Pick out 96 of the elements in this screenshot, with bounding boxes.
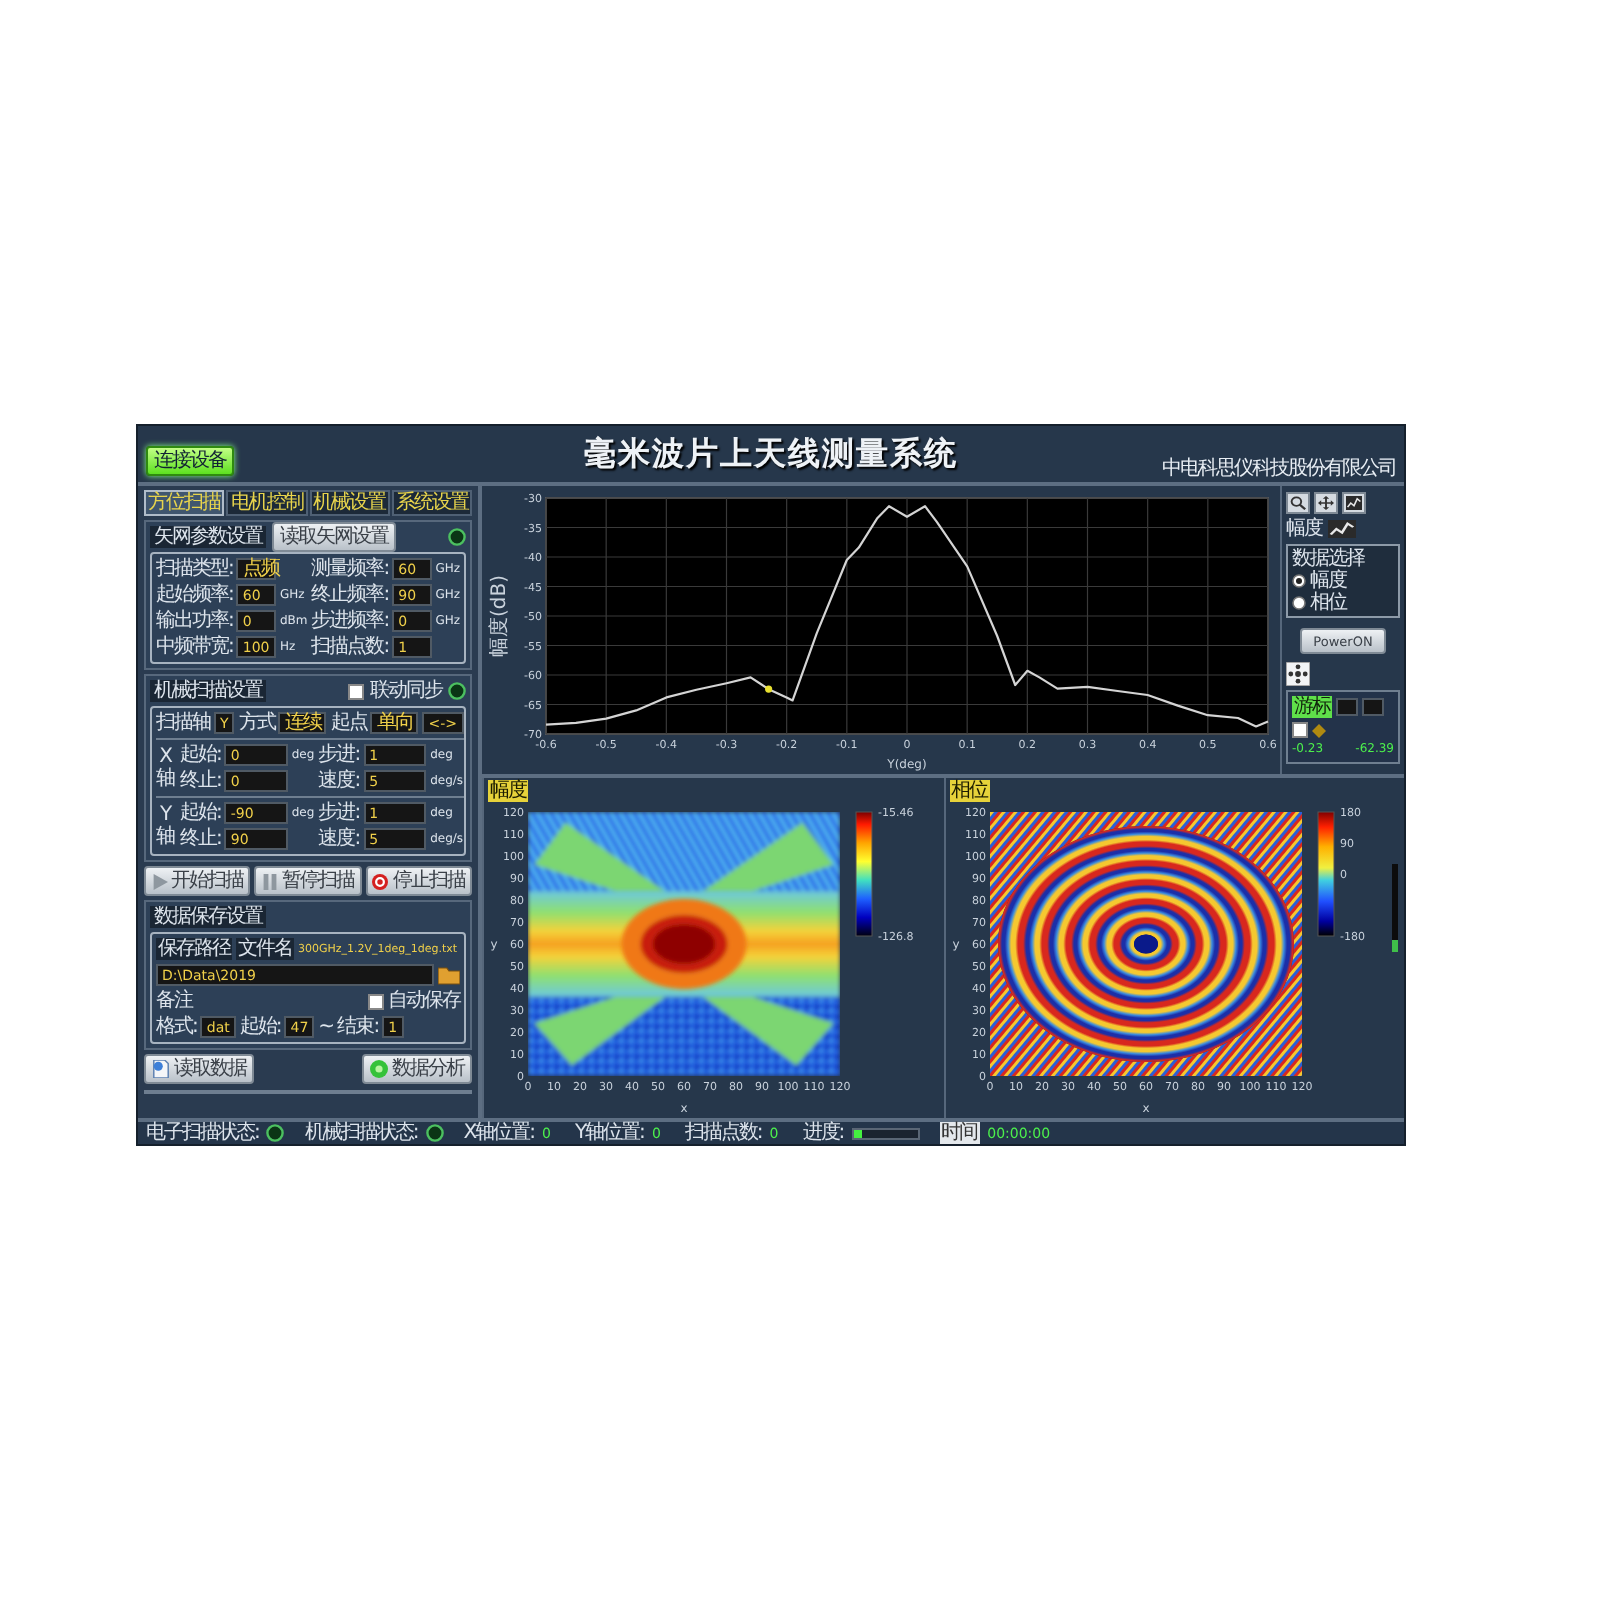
field-label: 步进: — [318, 802, 360, 824]
zoom-icon — [1290, 496, 1306, 510]
field-label: 终止: — [180, 828, 221, 850]
side-lobe — [702, 996, 834, 1066]
input-field[interactable]: 点频 — [236, 558, 276, 580]
graph-icon — [1328, 520, 1356, 538]
color-scale-bar — [1316, 811, 1334, 937]
scan-button[interactable]: 停止扫描 — [365, 866, 472, 896]
status-label: Y轴位置: — [574, 1122, 644, 1144]
axis-label: X轴 — [156, 746, 176, 790]
status-label: 电子扫描状态: — [146, 1122, 259, 1144]
checkbox-label: 联动同步 — [370, 680, 442, 702]
field-label: 起始频率: — [156, 584, 233, 606]
group-title: 矢网参数设置 — [150, 526, 266, 548]
option-label: 幅度 — [1310, 570, 1346, 592]
cursor-field[interactable] — [1336, 698, 1358, 716]
field-label: 起始: — [180, 802, 221, 824]
graph-icon — [1346, 496, 1362, 510]
toolbar-button[interactable] — [1286, 492, 1310, 514]
status-label: 机械扫描状态: — [304, 1122, 418, 1144]
field-label: 速度: — [318, 828, 360, 850]
field-label: 起始: — [239, 1016, 281, 1038]
checkbox[interactable] — [348, 683, 364, 699]
connect-button[interactable]: 连接设备 — [146, 445, 234, 475]
axis-title: 幅度(dB) — [489, 575, 512, 657]
cursor-marker-icon — [765, 685, 773, 693]
toolbar-button[interactable] — [1342, 492, 1366, 514]
tab[interactable]: 机械设置 — [309, 490, 390, 516]
dropdown-field[interactable]: 单向 — [370, 712, 419, 734]
dropdown-field[interactable]: 连续 — [278, 712, 327, 734]
color-scale-bar — [855, 811, 873, 937]
group-title: 数据选择 — [1292, 548, 1367, 570]
field-label: 步进频率: — [311, 610, 389, 632]
field-label: 速度: — [318, 770, 360, 792]
status-label: 进度: — [802, 1122, 844, 1144]
panel-title: 相位 — [949, 780, 989, 802]
field-label: 格式: — [156, 1016, 197, 1038]
crosshair-icon[interactable] — [1286, 662, 1310, 686]
side-lobe — [702, 822, 834, 892]
circle-icon — [370, 1060, 388, 1078]
field-label: 扫描类型: — [156, 558, 233, 580]
field-label: 起始: — [180, 744, 221, 766]
cursor-field[interactable] — [1362, 698, 1384, 716]
data-button[interactable]: 读取数据 — [144, 1054, 254, 1084]
side-lobe — [534, 996, 666, 1066]
scan-button[interactable]: 暂停扫描 — [254, 866, 362, 896]
panel-title: 幅度 — [488, 780, 528, 802]
radio-button[interactable] — [1292, 596, 1306, 610]
legend-label: 幅度 — [1286, 518, 1322, 540]
checkbox-label: 自动保存 — [388, 990, 460, 1012]
tab[interactable]: 电机控制 — [226, 490, 307, 516]
toolbar-button[interactable] — [1314, 492, 1338, 514]
read-settings-button[interactable]: 读取矢网设置 — [272, 522, 396, 552]
folder-icon — [438, 965, 460, 985]
axis-label: Y轴 — [156, 804, 176, 848]
scan-button[interactable]: 开始扫描 — [144, 866, 251, 896]
field-label: 终止频率: — [311, 584, 389, 606]
group-title: 机械扫描设置 — [150, 680, 266, 702]
status-label: 扫描点数: — [684, 1122, 762, 1144]
app-title: 毫米波片上天线测量系统 — [584, 433, 958, 475]
group-title: 数据保存设置 — [150, 906, 266, 928]
tab[interactable]: 系统设置 — [391, 490, 472, 516]
ring-center — [1133, 934, 1157, 954]
status-label: X轴位置: — [463, 1122, 534, 1144]
radio-button[interactable] — [1292, 574, 1306, 588]
field-label: 扫描点数: — [311, 636, 389, 658]
field-label: 中频带宽: — [156, 636, 233, 658]
field-label: 方式 — [238, 712, 275, 734]
pause-icon — [261, 873, 278, 889]
stop-icon — [372, 873, 389, 889]
play-icon — [151, 873, 168, 889]
main-lobe-core — [652, 924, 716, 964]
company-name: 中电科思仪科技股份有限公司 — [1162, 458, 1396, 480]
move-icon — [1318, 496, 1334, 510]
time-label: 时间 — [939, 1122, 980, 1144]
field-label: 保存路径 — [156, 938, 232, 960]
field-label: 备注 — [156, 990, 192, 1012]
field-label: 终止: — [180, 770, 221, 792]
field-label: 文件名 — [236, 938, 294, 960]
field-label: 起点 — [330, 712, 367, 734]
checkbox[interactable] — [1292, 722, 1308, 738]
field-label: 扫描轴 — [156, 712, 210, 734]
data-button[interactable]: 数据分析 — [362, 1054, 472, 1084]
folder-button[interactable] — [438, 965, 460, 985]
field-label: 步进: — [318, 744, 360, 766]
option-label: 相位 — [1310, 592, 1346, 614]
field-label: 测量频率: — [311, 558, 389, 580]
side-lobe — [534, 822, 666, 892]
field-label: ~ 结束: — [318, 1016, 379, 1038]
scroll-bar — [1391, 864, 1397, 952]
document-icon — [152, 1060, 170, 1078]
diamond-icon — [1312, 723, 1326, 737]
checkbox[interactable] — [368, 993, 384, 1009]
cursor-tag: 游标 — [1292, 696, 1332, 718]
tab[interactable]: 方位扫描 — [144, 490, 225, 516]
field-label: 输出功率: — [156, 610, 233, 632]
